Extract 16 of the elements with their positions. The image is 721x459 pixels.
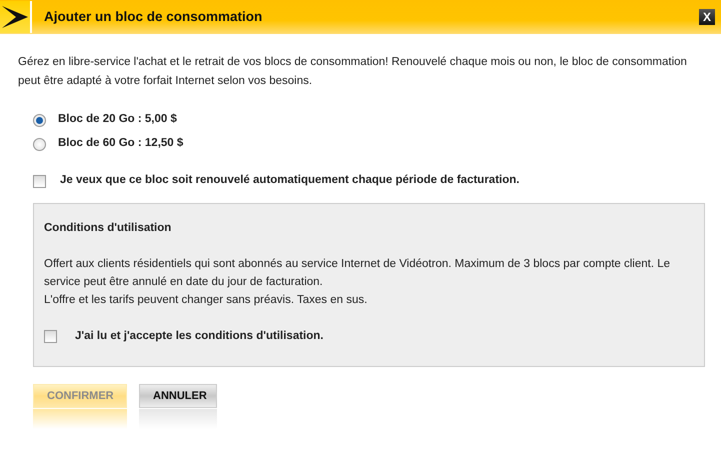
cancel-button[interactable]: ANNULER (139, 384, 217, 408)
conditions-text: L'offre et les tarifs peuvent changer sans préavis. Taxes en sus. (44, 293, 368, 308)
close-button[interactable]: X (699, 9, 715, 25)
checkbox-label: J'ai lu et j'accepte les conditions d'utilisation. (75, 328, 324, 344)
window-title: Ajouter un bloc de consommation (43, 8, 264, 26)
checkbox-label: Je veux que ce bloc soit renouvelé automatiquement chaque période de facturation. (60, 173, 520, 188)
conditions-text: Offert aux clients résidentiels qui sont abonnés au service Internet de Vidéotron. Maximum de 3 blocs par compte client. Le service peut être annulé en date du jour de facturation. (44, 257, 672, 290)
radio-button[interactable] (33, 138, 46, 150)
intro-text: Gérez en libre-service l'achat et le retrait de vos blocs de consommation! Renouvelé chaque mois ou non, le bloc de consommation peut être adapté à votre forfait Internet selon vos besoins. (17, 55, 688, 89)
option-label: Bloc de 60 Go : 12,50 $ (58, 136, 184, 152)
checkbox[interactable] (33, 174, 46, 188)
checkbox[interactable] (44, 330, 57, 343)
chevron-logo-icon (2, 6, 28, 28)
radio-button[interactable] (33, 114, 46, 126)
conditions-title: Conditions d'utilisation (44, 221, 172, 236)
option-label: Bloc de 20 Go : 5,00 $ (58, 112, 177, 128)
